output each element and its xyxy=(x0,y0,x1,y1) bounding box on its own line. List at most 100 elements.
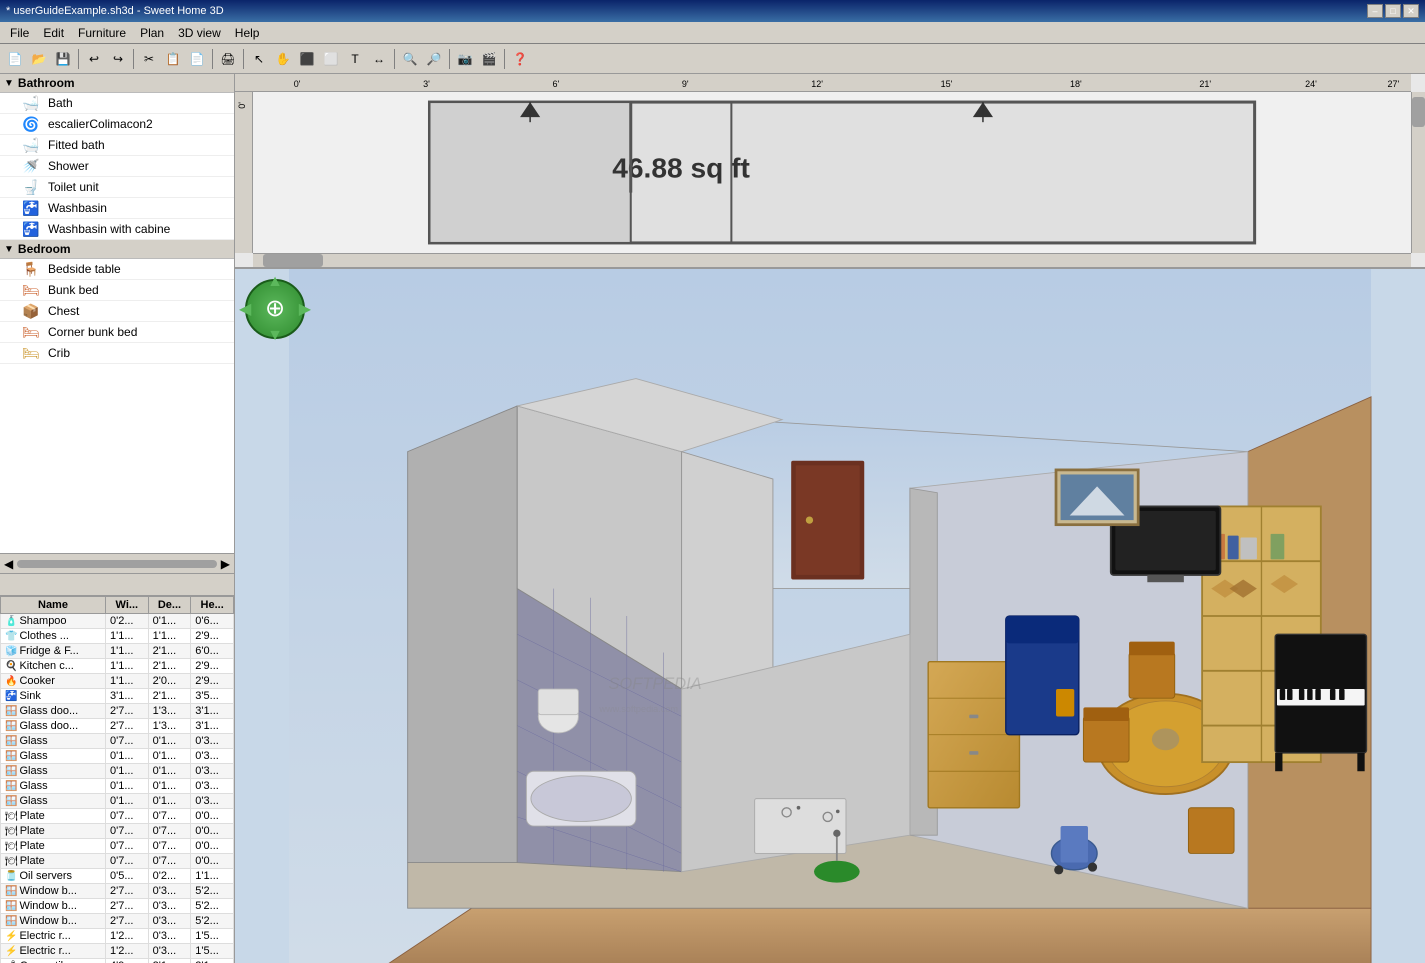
table-row[interactable]: 🔥Cooker 1'1... 2'0... 2'9... xyxy=(1,674,234,689)
cell-depth: 0'1... xyxy=(148,779,191,794)
copy-button[interactable]: 📋 xyxy=(162,48,184,70)
plan-hscrollbar[interactable] xyxy=(253,253,1411,267)
table-row[interactable]: 🪟Glass 0'1... 0'1... 0'3... xyxy=(1,794,234,809)
plan-area[interactable]: 0' 3' 6' 9' 12' 15' 18' 21' 24' 27' 0' xyxy=(235,74,1425,269)
cell-height: 0'3... xyxy=(191,749,234,764)
bedroom-arrow: ▼ xyxy=(4,244,14,255)
cell-height: 0'3... xyxy=(191,734,234,749)
table-row[interactable]: 🍽Plate 0'7... 0'7... 0'0... xyxy=(1,824,234,839)
furniture-tree: ▼ Bathroom 🛁 Bath 🌀 escalierColimacon2 🛁… xyxy=(0,74,234,554)
item-escalier[interactable]: 🌀 escalierColimacon2 xyxy=(0,114,234,135)
col-width[interactable]: Wi... xyxy=(105,597,148,614)
pan-button[interactable]: ✋ xyxy=(272,48,294,70)
table-row[interactable]: 👕Clothes ... 1'1... 1'1... 2'9... xyxy=(1,629,234,644)
cell-name: 🪟Window b... xyxy=(1,899,106,914)
plan-vscrollbar[interactable] xyxy=(1411,92,1425,253)
table-row[interactable]: ⚡Electric r... 1'2... 0'3... 1'5... xyxy=(1,944,234,959)
table-row[interactable]: 🍳Kitchen c... 1'1... 2'1... 2'9... xyxy=(1,659,234,674)
item-crib[interactable]: 🛏 Crib xyxy=(0,343,234,364)
category-bedroom-label: Bedroom xyxy=(18,242,71,256)
table-row[interactable]: 🪟Glass doo... 2'7... 1'3... 3'1... xyxy=(1,719,234,734)
cell-name: 🪟Glass xyxy=(1,794,106,809)
room-button[interactable]: ⬜ xyxy=(320,48,342,70)
menu-3dview[interactable]: 3D view xyxy=(172,24,227,42)
table-row[interactable]: 🍽Plate 0'7... 0'7... 0'0... xyxy=(1,839,234,854)
paste-button[interactable]: 📄 xyxy=(186,48,208,70)
table-row[interactable]: 🪟Glass 0'1... 0'1... 0'3... xyxy=(1,779,234,794)
table-row[interactable]: 🫙Oil servers 0'5... 0'2... 1'1... xyxy=(1,869,234,884)
table-row[interactable]: 🪟Window b... 2'7... 0'3... 5'2... xyxy=(1,914,234,929)
menu-file[interactable]: File xyxy=(4,24,35,42)
wall-button[interactable]: ⬛ xyxy=(296,48,318,70)
table-row[interactable]: 🪟Window b... 2'7... 0'3... 5'2... xyxy=(1,884,234,899)
col-height[interactable]: He... xyxy=(191,597,234,614)
redo-button[interactable]: ↪ xyxy=(107,48,129,70)
menu-edit[interactable]: Edit xyxy=(37,24,70,42)
cell-depth: 0'7... xyxy=(148,809,191,824)
select-button[interactable]: ↖ xyxy=(248,48,270,70)
table-row[interactable]: 🍽Plate 0'7... 0'7... 0'0... xyxy=(1,809,234,824)
cell-height: 0'0... xyxy=(191,809,234,824)
item-bedside-table[interactable]: 🪑 Bedside table xyxy=(0,259,234,280)
cell-depth: 0'3... xyxy=(148,944,191,959)
item-shower[interactable]: 🚿 Shower xyxy=(0,156,234,177)
table-row[interactable]: ⚡Electric r... 1'2... 0'3... 1'5... xyxy=(1,929,234,944)
table-row[interactable]: 🚰Sink 3'1... 2'1... 3'5... xyxy=(1,689,234,704)
category-bathroom[interactable]: ▼ Bathroom xyxy=(0,74,234,93)
item-corner-bunk-bed[interactable]: 🛏 Corner bunk bed xyxy=(0,322,234,343)
category-bedroom[interactable]: ▼ Bedroom xyxy=(0,240,234,259)
crib-icon: 🛏 xyxy=(20,345,42,361)
tree-scroll-right[interactable]: ▶ xyxy=(221,557,230,571)
compass[interactable]: ▲ ▼ ◀ ▶ ⊕ xyxy=(245,279,305,339)
table-row[interactable]: 🍽Plate 0'7... 0'7... 0'0... xyxy=(1,854,234,869)
col-depth[interactable]: De... xyxy=(148,597,191,614)
table-row[interactable]: 🪟Glass doo... 2'7... 1'3... 3'1... xyxy=(1,704,234,719)
cell-height: 3'1... xyxy=(191,704,234,719)
cell-width: 0'5... xyxy=(105,869,148,884)
menu-help[interactable]: Help xyxy=(229,24,266,42)
view-3d[interactable]: ▲ ▼ ◀ ▶ ⊕ xyxy=(235,269,1425,963)
item-bunk-bed[interactable]: 🛏 Bunk bed xyxy=(0,280,234,301)
table-row[interactable]: 🪟Glass 0'7... 0'1... 0'3... xyxy=(1,734,234,749)
item-bath[interactable]: 🛁 Bath xyxy=(0,93,234,114)
print-button[interactable]: 🖨 xyxy=(217,48,239,70)
plan-content[interactable]: 46.88 sq ft xyxy=(253,92,1411,253)
cut-button[interactable]: ✂ xyxy=(138,48,160,70)
save-button[interactable]: 💾 xyxy=(52,48,74,70)
new-button[interactable]: 📄 xyxy=(4,48,26,70)
undo-button[interactable]: ↩ xyxy=(83,48,105,70)
table-row[interactable]: 🪟Glass 0'1... 0'1... 0'3... xyxy=(1,764,234,779)
close-button[interactable]: ✕ xyxy=(1403,4,1419,18)
zoom-in-button[interactable]: 🔍 xyxy=(399,48,421,70)
item-toilet[interactable]: 🚽 Toilet unit xyxy=(0,177,234,198)
props-data-table: Name Wi... De... He... 🧴Shampoo 0'2... 0… xyxy=(0,596,234,963)
toolbar-sep-7 xyxy=(504,49,505,69)
menu-plan[interactable]: Plan xyxy=(134,24,170,42)
cell-width: 0'7... xyxy=(105,839,148,854)
item-washbasin[interactable]: 🚰 Washbasin xyxy=(0,198,234,219)
text-button[interactable]: T xyxy=(344,48,366,70)
table-row[interactable]: 🪟Glass 0'1... 0'1... 0'3... xyxy=(1,749,234,764)
open-button[interactable]: 📂 xyxy=(28,48,50,70)
item-fitted-bath[interactable]: 🛁 Fitted bath xyxy=(0,135,234,156)
help-button[interactable]: ❓ xyxy=(509,48,531,70)
properties-table[interactable]: Name Wi... De... He... 🧴Shampoo 0'2... 0… xyxy=(0,596,234,963)
cell-height: 0'0... xyxy=(191,824,234,839)
col-name[interactable]: Name xyxy=(1,597,106,614)
video-button[interactable]: 🎬 xyxy=(478,48,500,70)
cell-height: 2'9... xyxy=(191,629,234,644)
tree-scroll-left[interactable]: ◀ xyxy=(4,557,13,571)
dimension-button[interactable]: ↔ xyxy=(368,48,390,70)
zoom-out-button[interactable]: 🔎 xyxy=(423,48,445,70)
maximize-button[interactable]: □ xyxy=(1385,4,1401,18)
item-chest[interactable]: 📦 Chest xyxy=(0,301,234,322)
table-row[interactable]: 🛋Convertib... 4'9... 2'1... 2'1... xyxy=(1,959,234,963)
item-washbasin-cabinet[interactable]: 🚰 Washbasin with cabine xyxy=(0,219,234,240)
compass-circle[interactable]: ▲ ▼ ◀ ▶ ⊕ xyxy=(245,279,305,339)
table-row[interactable]: 🪟Window b... 2'7... 0'3... 5'2... xyxy=(1,899,234,914)
table-row[interactable]: 🧊Fridge & F... 1'1... 2'1... 6'0... xyxy=(1,644,234,659)
menu-furniture[interactable]: Furniture xyxy=(72,24,132,42)
photo-button[interactable]: 📷 xyxy=(454,48,476,70)
minimize-button[interactable]: – xyxy=(1367,4,1383,18)
table-row[interactable]: 🧴Shampoo 0'2... 0'1... 0'6... xyxy=(1,614,234,629)
